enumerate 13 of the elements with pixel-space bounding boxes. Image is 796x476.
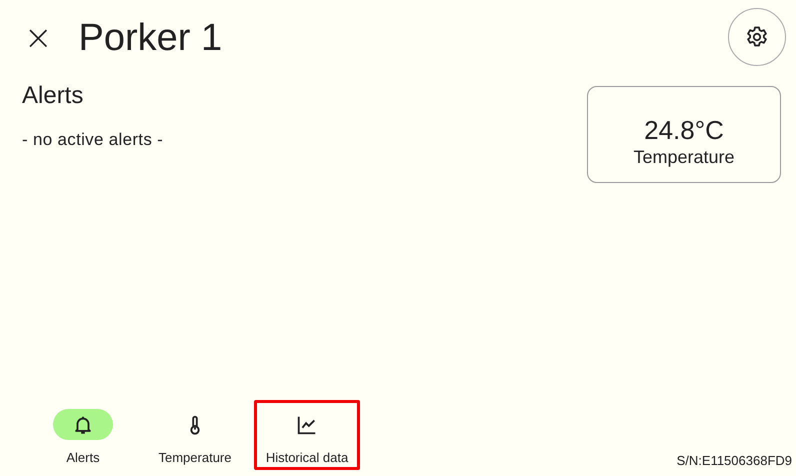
nav-tab[interactable]: Historical data <box>254 400 360 470</box>
settings-button[interactable] <box>728 8 786 66</box>
temperature-value: 24.8°C <box>644 115 724 146</box>
temperature-label: Temperature <box>633 147 735 168</box>
settings-icon <box>745 25 769 49</box>
close-button[interactable]: × <box>20 21 56 55</box>
nav-tab[interactable]: Alerts <box>30 400 136 470</box>
nav-tab[interactable]: Temperature <box>142 400 248 470</box>
empty-message: - no active alerts - <box>22 130 164 150</box>
section-heading: Alerts <box>22 82 84 110</box>
device-title: Porker 1 <box>78 16 222 60</box>
serial-number: S/N:E11506368FD9 <box>676 453 792 468</box>
temperature-card[interactable]: 24.8°C Temperature <box>587 86 781 183</box>
